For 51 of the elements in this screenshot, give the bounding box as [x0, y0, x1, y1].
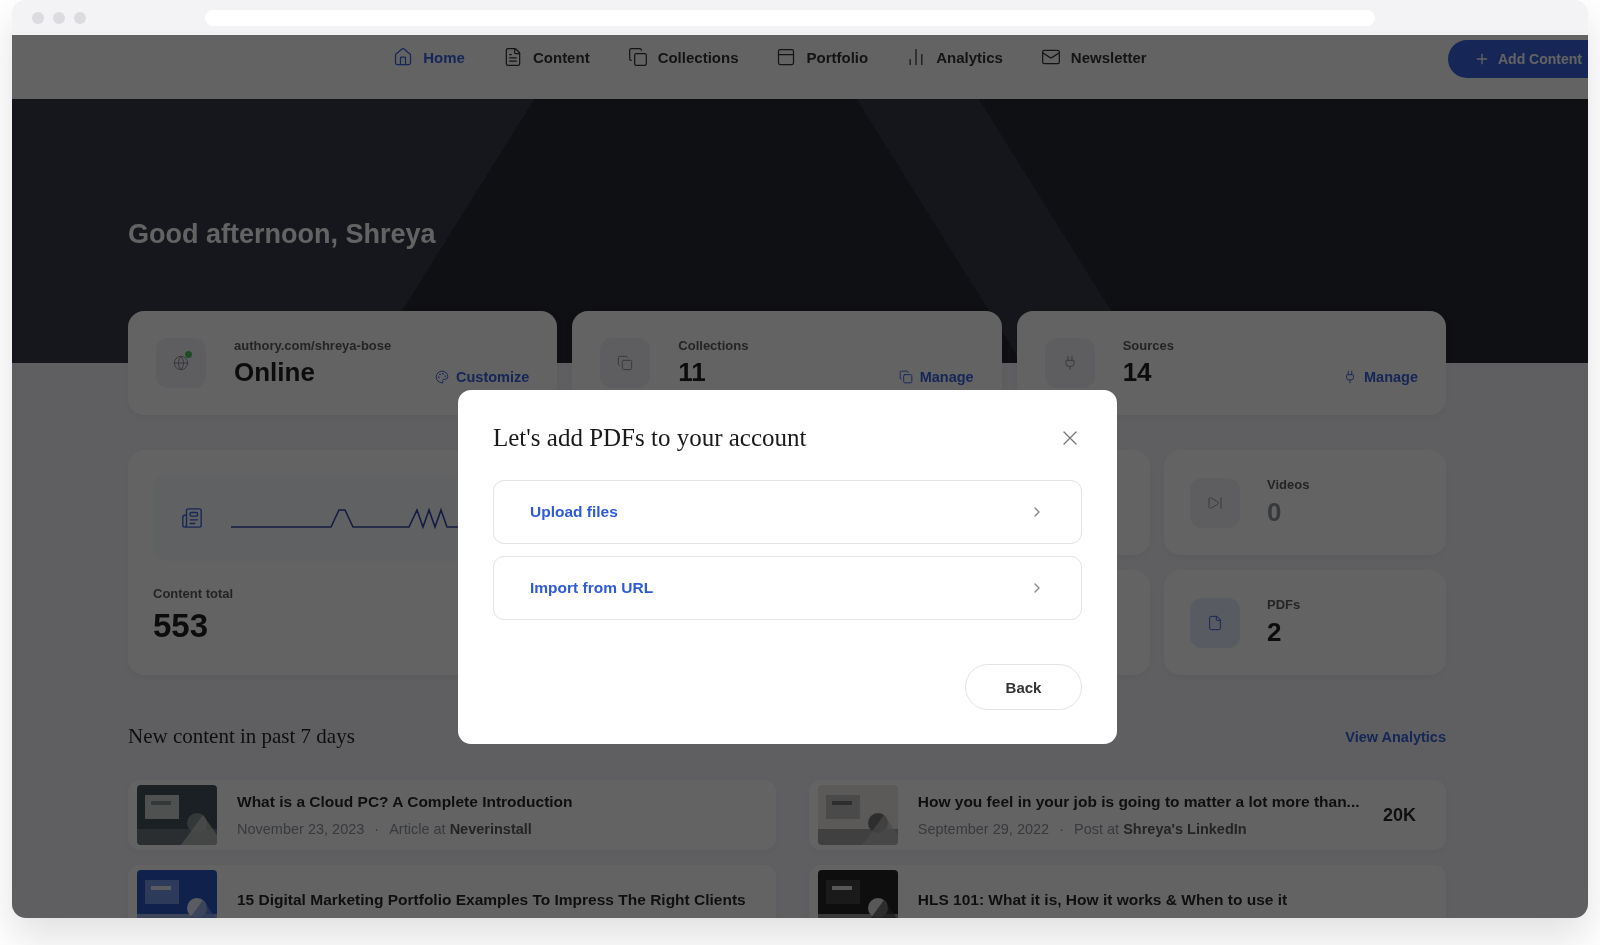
- add-content-button[interactable]: Add Content: [1448, 40, 1588, 78]
- content-row[interactable]: 15 Digital Marketing Portfolio Examples To Impress The Right Clients: [128, 865, 776, 918]
- total-label: Content total: [153, 586, 234, 601]
- meta-separator: ·: [374, 821, 380, 837]
- stat-symbol-icon: [617, 355, 634, 371]
- view-count: 20K: [1382, 804, 1416, 826]
- view-analytics-link[interactable]: View Analytics: [1345, 728, 1446, 745]
- greeting: Good afternoon, Shreya: [128, 219, 436, 250]
- stat-symbol-icon: [173, 355, 189, 371]
- stat-label: Sources: [1122, 338, 1175, 353]
- stat-action-link[interactable]: Customize: [435, 369, 530, 385]
- nav-tab[interactable]: Newsletter: [1040, 47, 1147, 67]
- nav-tab[interactable]: Content: [502, 47, 590, 67]
- type-symbol-icon: [1207, 614, 1223, 631]
- meta-separator: ·: [1059, 821, 1064, 837]
- nav-tab[interactable]: Home: [393, 47, 465, 67]
- type-label: Videos: [1267, 477, 1310, 492]
- nav-tab[interactable]: Collections: [627, 47, 739, 67]
- content-icon: [181, 507, 203, 529]
- option-button[interactable]: Upload files: [493, 480, 1082, 544]
- stat-value: Online: [234, 357, 316, 388]
- type-label: PDFs: [1267, 597, 1301, 612]
- type-symbol-icon: [1207, 494, 1223, 511]
- content-title: How you feel in your job is going to matter a lot more than...: [917, 793, 1361, 811]
- nav-icon: [1040, 47, 1061, 67]
- nav-tab[interactable]: Analytics: [906, 47, 1003, 67]
- section-title: New content in past 7 days: [128, 724, 355, 749]
- nav-icon: [627, 47, 648, 67]
- stat-action-link[interactable]: Manage: [898, 369, 974, 385]
- type-card[interactable]: PDFs 2: [1164, 570, 1446, 675]
- stat-label: authory.com/shreya-bose: [234, 338, 393, 353]
- content-row[interactable]: HLS 101: What it is, How it works & When to use it: [808, 865, 1446, 918]
- nav-icon: [393, 47, 414, 67]
- action-icon: [898, 370, 913, 384]
- modal-title: Let's add PDFs to your account: [493, 424, 807, 452]
- action-icon: [1343, 370, 1357, 384]
- content-title: HLS 101: What it is, How it works & When to use it: [917, 891, 1289, 909]
- option-button[interactable]: Import from URL: [493, 556, 1082, 620]
- action-icon: [435, 370, 449, 384]
- plus-icon: [1474, 51, 1490, 67]
- nav-icon: [776, 47, 797, 67]
- stat-action-link[interactable]: Manage: [1343, 369, 1418, 385]
- stat-value: 11: [678, 357, 707, 388]
- back-button[interactable]: Back: [965, 664, 1082, 710]
- nav-tab[interactable]: Portfolio: [776, 47, 869, 67]
- stat-value: 14: [1122, 357, 1153, 388]
- content-title: 15 Digital Marketing Portfolio Examples To Impress The Right Clients: [237, 891, 746, 909]
- content-title: What is a Cloud PC? A Complete Introduction: [237, 793, 574, 811]
- total-value: 553: [153, 607, 209, 645]
- type-value: 2: [1267, 617, 1283, 648]
- stat-label: Collections: [678, 338, 750, 353]
